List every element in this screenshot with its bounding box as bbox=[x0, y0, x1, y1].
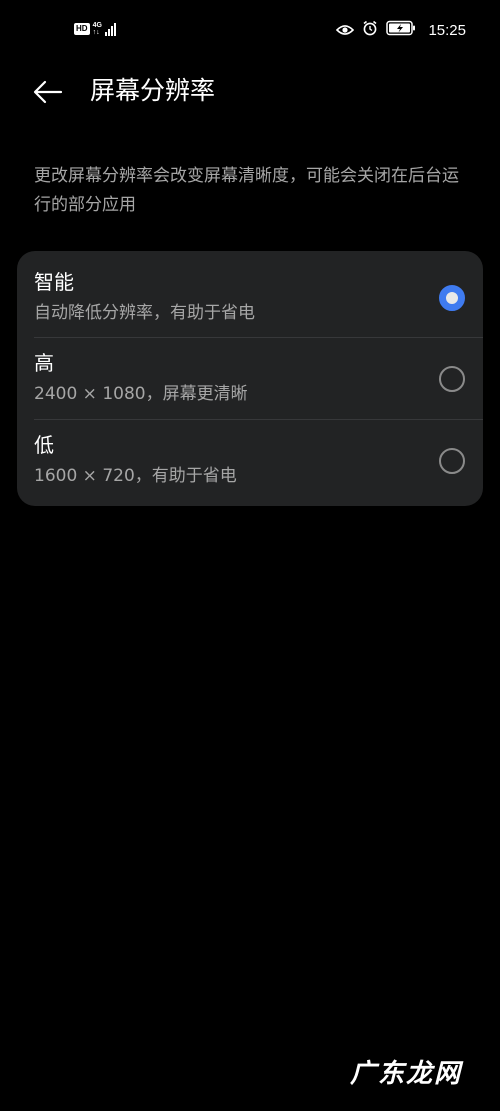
radio-selected-icon[interactable] bbox=[439, 285, 465, 311]
alarm-icon bbox=[362, 20, 378, 40]
watermark: 广东龙网 bbox=[349, 1059, 462, 1089]
back-button[interactable] bbox=[30, 76, 66, 108]
option-low[interactable]: 低 1600 × 720，有助于省电 bbox=[17, 420, 483, 502]
option-subtitle: 2400 × 1080，屏幕更清晰 bbox=[34, 384, 248, 404]
option-title: 低 bbox=[34, 433, 54, 457]
network-type-icon: 4G ↑↓ bbox=[93, 22, 102, 36]
option-title: 智能 bbox=[34, 270, 74, 294]
page-title: 屏幕分辨率 bbox=[90, 76, 216, 105]
status-bar: HD 4G ↑↓ 15:25 bbox=[0, 0, 500, 62]
radio-unselected-icon[interactable] bbox=[439, 448, 465, 474]
network-type-label: 4G bbox=[92, 22, 102, 29]
resolution-options-card: 智能 自动降低分辨率，有助于省电 高 2400 × 1080，屏幕更清晰 低 1… bbox=[17, 251, 483, 506]
option-smart[interactable]: 智能 自动降低分辨率，有助于省电 bbox=[17, 251, 483, 333]
option-subtitle: 1600 × 720，有助于省电 bbox=[34, 466, 237, 486]
network-activity-label: ↑↓ bbox=[92, 29, 100, 36]
status-left: HD 4G ↑↓ bbox=[74, 22, 116, 36]
signal-strength-icon bbox=[104, 22, 116, 36]
eye-comfort-icon bbox=[336, 21, 355, 40]
battery-charging-icon bbox=[386, 20, 416, 40]
radio-unselected-icon[interactable] bbox=[439, 366, 465, 392]
status-right: 15:25 bbox=[336, 20, 466, 40]
option-high[interactable]: 高 2400 × 1080，屏幕更清晰 bbox=[17, 338, 483, 420]
option-title: 高 bbox=[34, 351, 54, 375]
clock-time: 15:25 bbox=[428, 21, 466, 39]
arrow-left-icon bbox=[33, 80, 63, 104]
app-header: 屏幕分辨率 bbox=[0, 62, 500, 122]
option-subtitle: 自动降低分辨率，有助于省电 bbox=[34, 303, 255, 323]
description-text: 更改屏幕分辨率会改变屏幕清晰度，可能会关闭在后台运行的部分应用 bbox=[34, 166, 459, 215]
hd-icon: HD bbox=[74, 23, 90, 35]
